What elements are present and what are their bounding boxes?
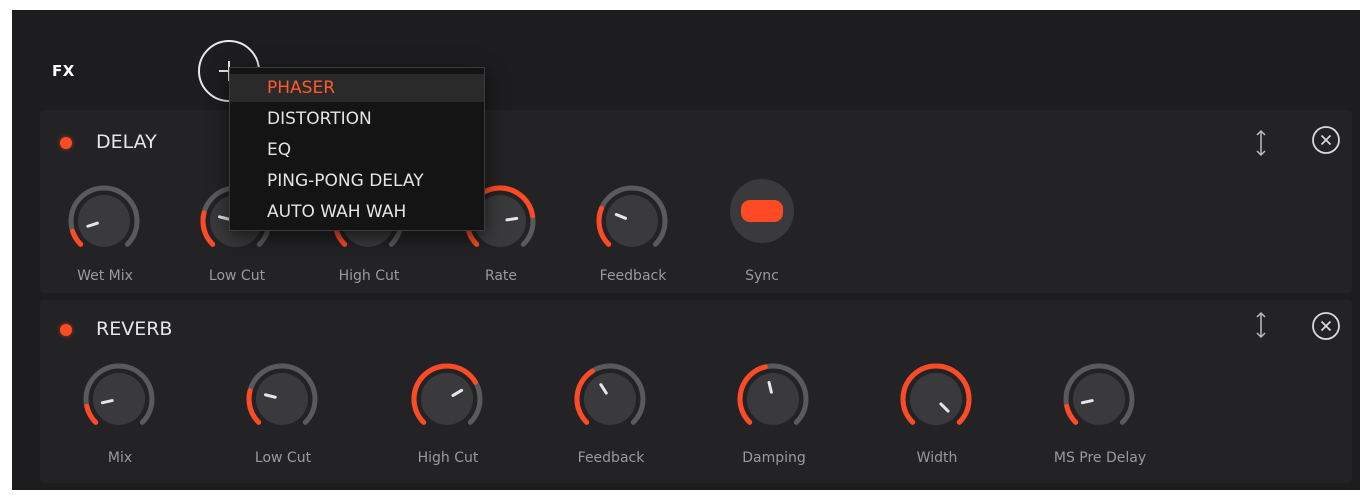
knob-high-cut[interactable] — [408, 360, 486, 438]
knob-label: Feedback — [577, 450, 645, 466]
sync-toggle-button[interactable] — [730, 179, 794, 243]
knob-dial-icon — [574, 363, 646, 425]
delay-power-icon[interactable] — [60, 137, 72, 149]
close-icon[interactable] — [1310, 124, 1342, 156]
knob-dial-icon — [596, 185, 668, 247]
fx-title: FX — [52, 62, 75, 80]
menu-item-ping-pong-delay[interactable]: PING-PONG DELAY — [230, 167, 484, 195]
knob-label: High Cut — [417, 450, 479, 466]
reverb-power-icon[interactable] — [60, 324, 72, 336]
knob-dial-icon — [68, 185, 140, 247]
menu-item-eq[interactable]: EQ — [230, 136, 484, 164]
knob-wet-mix[interactable] — [65, 182, 143, 260]
delay-title: DELAY — [96, 131, 157, 153]
drag-handle-icon[interactable] — [1254, 310, 1268, 340]
close-icon[interactable] — [1310, 310, 1342, 342]
sync-label: Sync — [745, 268, 779, 284]
knob-low-cut[interactable] — [243, 360, 321, 438]
knob-dial-icon — [411, 363, 483, 425]
knob-label: Damping — [742, 450, 806, 466]
knob-dial-icon — [1063, 363, 1135, 425]
knob-label: Low Cut — [254, 450, 312, 466]
knob-damping[interactable] — [734, 360, 812, 438]
knob-width[interactable] — [897, 360, 975, 438]
knob-label: MS Pre Delay — [1053, 450, 1147, 466]
knob-label: Rate — [484, 268, 518, 284]
knob-ms-pre-delay[interactable] — [1060, 360, 1138, 438]
menu-item-phaser[interactable]: PHASER — [230, 74, 484, 102]
knob-feedback[interactable] — [571, 360, 649, 438]
knob-label: Low Cut — [208, 268, 266, 284]
add-effect-menu: PHASER DISTORTION EQ PING-PONG DELAY AUT… — [229, 67, 485, 231]
knob-dial-icon — [246, 363, 318, 425]
knob-dial-icon — [83, 363, 155, 425]
menu-item-auto-wah-wah[interactable]: AUTO WAH WAH — [230, 198, 484, 226]
sync-led-icon — [741, 200, 783, 222]
knob-label: Feedback — [599, 268, 667, 284]
knob-dial-icon — [900, 363, 972, 425]
reverb-title: REVERB — [96, 318, 173, 340]
knob-label: Mix — [107, 450, 133, 466]
knob-feedback[interactable] — [593, 182, 671, 260]
menu-item-distortion[interactable]: DISTORTION — [230, 105, 484, 133]
knob-dial-icon — [737, 363, 809, 425]
knob-label: Width — [916, 450, 958, 466]
knob-label: High Cut — [338, 268, 400, 284]
effect-panel-reverb: REVERB Mix Low Cut High Cut Feedback Dam… — [40, 300, 1352, 483]
knob-label: Wet Mix — [77, 268, 133, 284]
knob-mix[interactable] — [80, 360, 158, 438]
drag-handle-icon[interactable] — [1254, 128, 1268, 158]
